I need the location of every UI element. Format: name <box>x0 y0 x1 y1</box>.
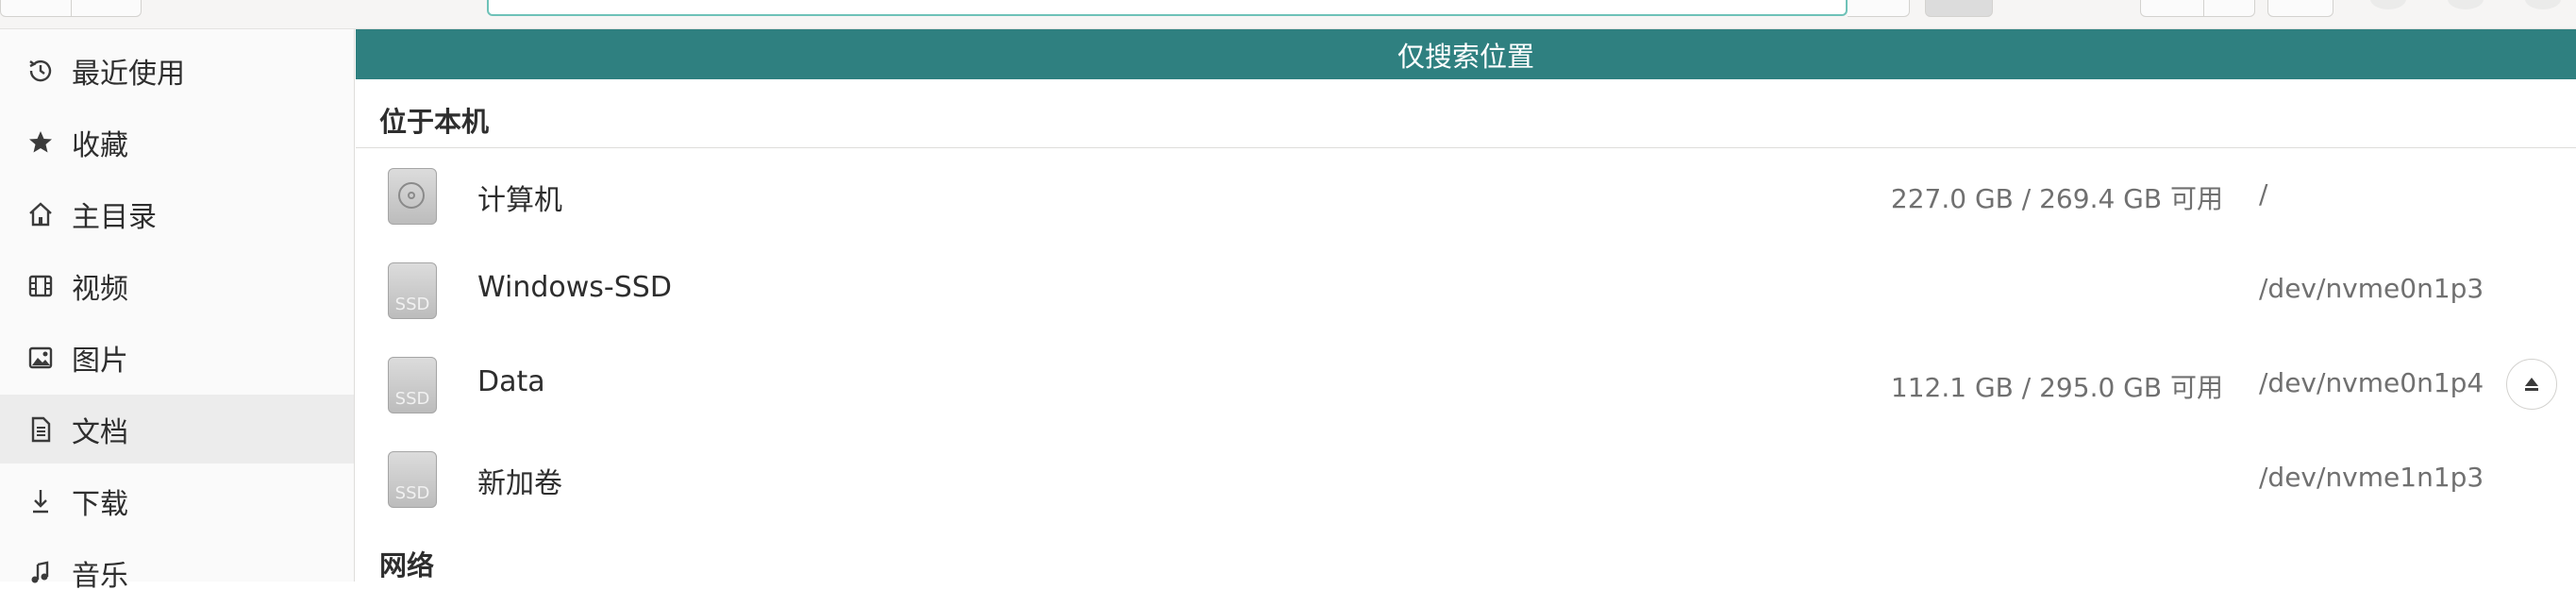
sidebar-item-label: 音乐 <box>72 559 128 593</box>
sidebar-item-label: 收藏 <box>72 128 128 162</box>
sidebar-item-documents[interactable]: 文档 <box>0 395 354 464</box>
drive-path: / <box>2259 178 2268 210</box>
maximize-button[interactable] <box>2448 0 2484 9</box>
download-icon <box>25 485 57 517</box>
back-forward-buttons[interactable] <box>0 0 142 17</box>
minimize-button[interactable] <box>2370 0 2406 9</box>
drive-name: Windows-SSD <box>477 271 672 304</box>
ssd-drive-icon: SSD <box>388 451 437 508</box>
star-icon <box>25 126 57 159</box>
home-icon <box>25 198 57 230</box>
sidebar-item-label: 图片 <box>72 344 128 378</box>
sidebar-item-starred[interactable]: 收藏 <box>0 108 354 177</box>
ssd-drive-icon: SSD <box>388 262 437 319</box>
section-divider <box>356 147 2576 148</box>
image-icon <box>25 342 57 374</box>
sidebar: 最近使用 收藏 主目录 视频 图片 文档 下载 音乐 <box>0 29 355 593</box>
search-toggle-button[interactable] <box>1925 0 1993 17</box>
sidebar-item-recent[interactable]: 最近使用 <box>0 36 354 105</box>
drive-row-computer[interactable]: 计算机 227.0 GB / 269.4 GB 可用 / <box>356 149 2576 244</box>
entry-end-button[interactable] <box>1848 0 1910 17</box>
close-button[interactable] <box>2525 0 2561 9</box>
search-location-banner: 仅搜索位置 <box>356 29 2576 79</box>
music-icon <box>25 557 57 589</box>
drive-row-data[interactable]: SSD Data 112.1 GB / 295.0 GB 可用 /dev/nvm… <box>356 338 2576 432</box>
location-entry[interactable] <box>487 0 1848 16</box>
ssd-drive-icon: SSD <box>388 357 437 413</box>
network-section-header: 网络 <box>379 549 435 582</box>
sidebar-item-label: 文档 <box>72 415 128 449</box>
drive-path: /dev/nvme1n1p3 <box>2259 462 2484 493</box>
document-icon <box>25 413 57 446</box>
drive-free-space: 112.1 GB / 295.0 GB 可用 <box>1890 372 2223 403</box>
sidebar-item-home[interactable]: 主目录 <box>0 179 354 248</box>
drive-path: /dev/nvme0n1p4 <box>2259 367 2484 398</box>
sidebar-item-label: 下载 <box>72 487 128 521</box>
sidebar-item-label: 主目录 <box>72 200 157 234</box>
menu-button[interactable] <box>2267 0 2333 17</box>
view-toggle-buttons[interactable] <box>2140 0 2255 17</box>
sidebar-item-music[interactable]: 音乐 <box>0 538 354 607</box>
eject-button[interactable] <box>2506 359 2557 410</box>
clock-icon <box>25 55 57 87</box>
sidebar-item-downloads[interactable]: 下载 <box>0 466 354 535</box>
sidebar-item-label: 最近使用 <box>72 57 185 91</box>
header-bar <box>0 0 2576 29</box>
sidebar-item-videos[interactable]: 视频 <box>0 251 354 320</box>
eject-icon <box>2525 378 2538 391</box>
local-section-header: 位于本机 <box>379 106 490 138</box>
drive-name: 新加卷 <box>477 467 562 500</box>
drive-path: /dev/nvme0n1p3 <box>2259 273 2484 304</box>
drive-name: 计算机 <box>477 184 562 217</box>
drive-row-windows-ssd[interactable]: SSD Windows-SSD /dev/nvme0n1p3 <box>356 244 2576 338</box>
other-locations-view: 仅搜索位置 位于本机 计算机 227.0 GB / 269.4 GB 可用 / … <box>356 29 2576 582</box>
film-icon <box>25 270 57 302</box>
drive-name: Data <box>477 365 545 398</box>
sidebar-item-label: 视频 <box>72 272 128 306</box>
search-location-banner-text: 仅搜索位置 <box>1397 40 1534 73</box>
drive-free-space: 227.0 GB / 269.4 GB 可用 <box>1890 183 2223 214</box>
sidebar-item-pictures[interactable]: 图片 <box>0 323 354 392</box>
drive-row-new-volume[interactable]: SSD 新加卷 /dev/nvme1n1p3 <box>356 432 2576 527</box>
hard-disk-icon <box>388 168 437 225</box>
